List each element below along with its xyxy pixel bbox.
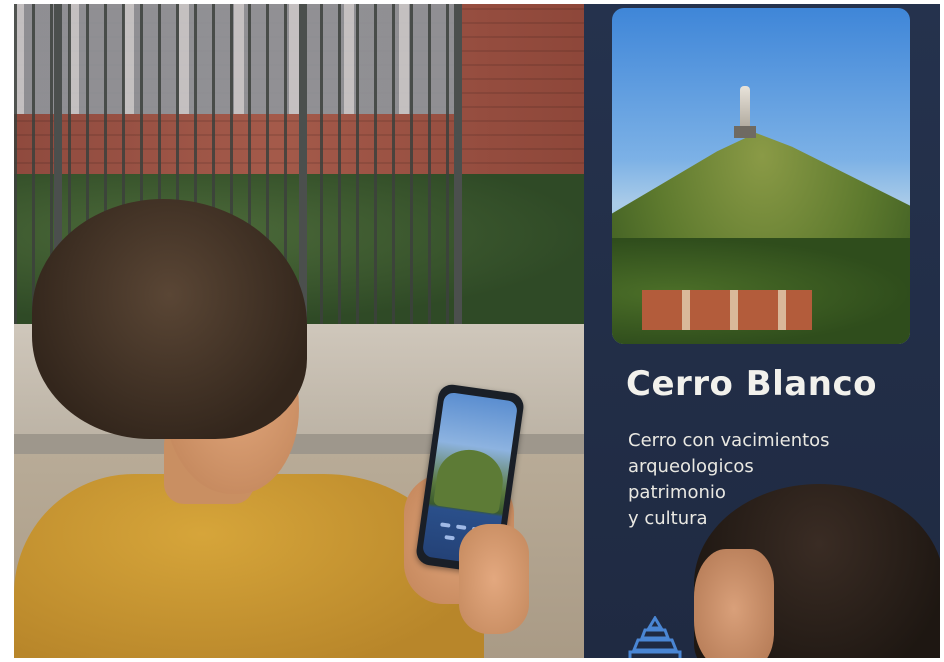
boy-second-hand [459, 524, 529, 634]
girl-face [694, 549, 774, 658]
sign-description-line: arqueologicos [628, 456, 754, 477]
phone-ui-icon [444, 535, 455, 541]
photo-scene: Cerro Blanco Cerro con vacimientos arque… [14, 4, 940, 658]
fence-post [454, 4, 462, 344]
phone-hill-image [433, 445, 507, 515]
monument-icon [628, 616, 682, 658]
phone-ui-icon [440, 522, 451, 528]
sign-title: Cerro Blanco [626, 364, 877, 404]
houses [642, 290, 812, 330]
statue-base [734, 126, 756, 138]
phone-ui-icon [455, 524, 467, 530]
sign-photo [612, 8, 910, 344]
sign-description-line: Cerro con vacimientos [628, 430, 830, 451]
